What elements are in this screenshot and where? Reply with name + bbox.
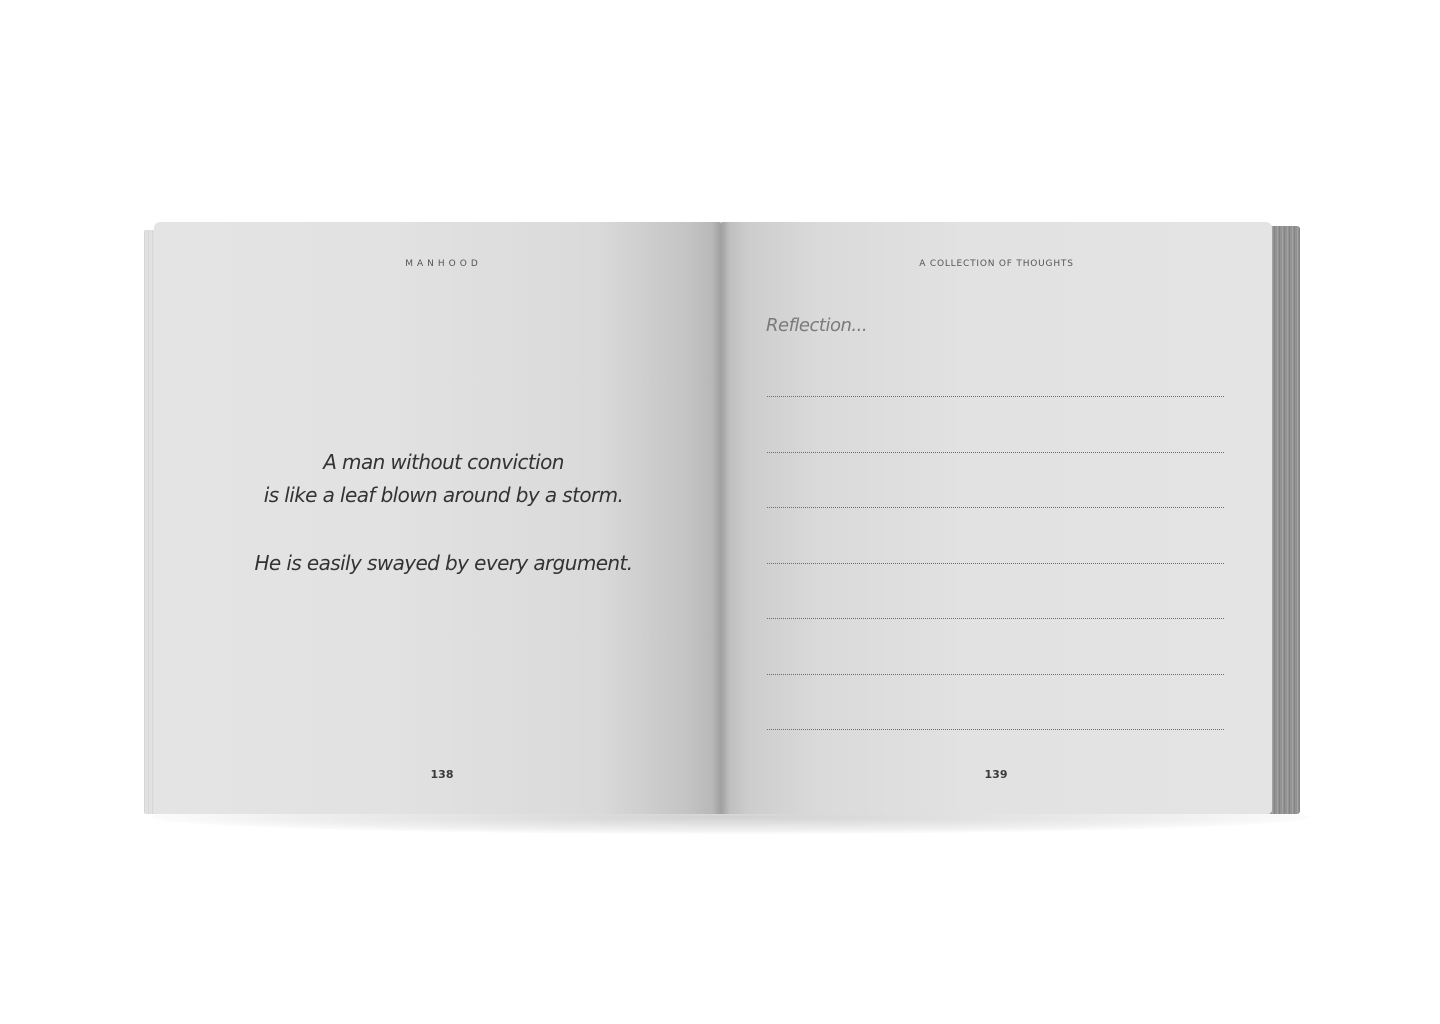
writing-line: [767, 618, 1224, 619]
right-running-head: A COLLECTION OF THOUGHTS: [919, 259, 1074, 269]
reflection-heading: Reflection...: [766, 315, 868, 336]
right-page-number: 139: [984, 768, 1008, 781]
writing-line: [767, 451, 1224, 453]
writing-line: [767, 562, 1224, 564]
left-page: MANHOOD A man without conviction is like…: [154, 222, 721, 814]
left-page-number: 138: [430, 768, 454, 781]
writing-line: [767, 729, 1224, 730]
writing-line: [767, 507, 1224, 508]
quote-line-2: is like a leaf blown around by a storm.: [263, 483, 624, 507]
left-running-head: MANHOOD: [405, 259, 482, 269]
quote-line-1: A man without conviction: [323, 450, 564, 474]
right-page: A COLLECTION OF THOUGHTS Reflection... 1…: [721, 222, 1272, 814]
book-spine-gutter: [712, 222, 730, 814]
quote-line-3: He is easily swayed by every argument.: [254, 551, 633, 575]
writing-line: [767, 396, 1224, 397]
book-scene: MANHOOD A man without conviction is like…: [0, 0, 1440, 1024]
writing-line: [767, 673, 1224, 675]
